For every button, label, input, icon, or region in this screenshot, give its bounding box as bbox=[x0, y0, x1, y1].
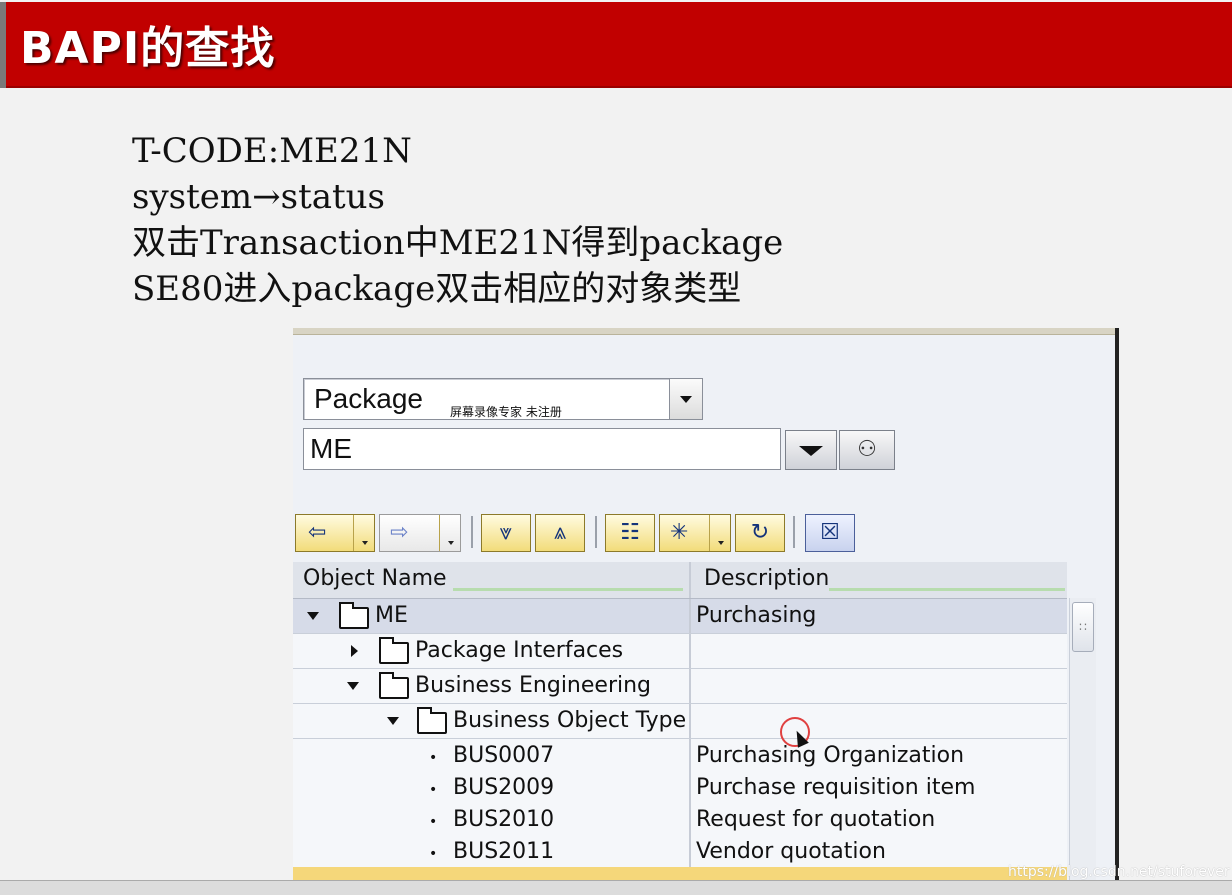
object-name-input[interactable]: ME bbox=[303, 428, 781, 470]
collapsed-arrow-icon[interactable] bbox=[351, 645, 358, 657]
folder-icon bbox=[379, 672, 409, 699]
refresh-icon: ↻ bbox=[750, 520, 770, 545]
tree-node-label: BUS2009 bbox=[453, 775, 555, 800]
display-object-icon: ✳ bbox=[670, 520, 689, 545]
history-dropdown-button[interactable] bbox=[785, 430, 837, 470]
glasses-icon: ⚇ bbox=[857, 437, 877, 462]
step-4: SE80进入package双击相应的对象类型 bbox=[132, 269, 742, 309]
tree-node-label: ME bbox=[375, 603, 408, 628]
hierarchy-button[interactable]: ☷ bbox=[605, 514, 655, 552]
tree-header: Object Name Description bbox=[293, 562, 1067, 599]
column-divider[interactable] bbox=[689, 562, 691, 598]
bullet-icon: • bbox=[429, 814, 438, 830]
step-3: 双击Transaction中ME21N得到package bbox=[132, 223, 784, 263]
column-divider bbox=[689, 771, 691, 805]
tree-node-description: Purchasing Organization bbox=[696, 743, 965, 768]
tree-node-label: Business Engineering bbox=[415, 673, 652, 698]
close-icon: ☒ bbox=[820, 520, 840, 545]
tree-node-label: Package Interfaces bbox=[415, 638, 624, 663]
expand-all-icon: ⩔ bbox=[499, 520, 513, 545]
sap-object-navigator: Package 屏幕录像专家 未注册 ME ⚇ ⇦ ⇨ ⩔ ⩓ ☷ ✳ ↻ ☒ … bbox=[293, 328, 1119, 884]
column-description[interactable]: Description bbox=[704, 566, 829, 591]
folder-icon bbox=[339, 602, 369, 629]
vertical-scrollbar[interactable]: ∷ bbox=[1069, 598, 1096, 884]
folder-icon bbox=[379, 637, 409, 664]
title-left-strip bbox=[0, 2, 6, 88]
column-header-accent bbox=[829, 588, 1065, 591]
toolbar-separator bbox=[793, 516, 795, 548]
object-tree: ME Purchasing Package Interfaces Busines… bbox=[293, 599, 1067, 884]
tree-node-description: Request for quotation bbox=[696, 807, 936, 832]
tree-node-bus0007[interactable]: • BUS0007 Purchasing Organization bbox=[293, 739, 1067, 773]
tree-node-description: Purchasing bbox=[696, 603, 817, 628]
forward-arrow-icon: ⇨ bbox=[390, 520, 409, 545]
column-divider bbox=[689, 599, 691, 633]
tree-node-business-engineering[interactable]: Business Engineering bbox=[293, 669, 1067, 704]
tree-node-label: Business Object Type bbox=[453, 708, 687, 733]
toolbar-separator bbox=[595, 516, 597, 548]
column-divider bbox=[689, 704, 691, 738]
bullet-icon: • bbox=[429, 750, 438, 766]
close-button[interactable]: ☒ bbox=[805, 514, 855, 552]
steps-list: T-CODE:ME21N system→status 双击Transaction… bbox=[132, 128, 783, 312]
expanded-arrow-icon[interactable] bbox=[387, 717, 399, 725]
tree-node-bus2011[interactable]: • BUS2011 Vendor quotation bbox=[293, 835, 1067, 869]
navigator-toolbar: ⇦ ⇨ ⩔ ⩓ ☷ ✳ ↻ ☒ bbox=[293, 514, 1115, 554]
tree-node-label: BUS2010 bbox=[453, 807, 555, 832]
column-divider bbox=[689, 739, 691, 773]
slide-title-bar: BAPI的查找 bbox=[0, 2, 1232, 88]
chevron-down-icon[interactable] bbox=[669, 379, 702, 419]
column-divider bbox=[689, 634, 691, 668]
back-arrow-icon: ⇦ bbox=[308, 520, 327, 545]
tree-node-label: BUS2011 bbox=[453, 839, 555, 864]
source-credit: https://blog.csdn.net/stuforever bbox=[1008, 864, 1230, 880]
column-object-name[interactable]: Object Name bbox=[303, 566, 447, 591]
recorder-watermark: 屏幕录像专家 未注册 bbox=[450, 405, 562, 419]
tree-node-description: Purchase requisition item bbox=[696, 775, 976, 800]
sap-window-edge bbox=[293, 328, 1115, 335]
expand-all-button[interactable]: ⩔ bbox=[481, 514, 531, 552]
object-name-value: ME bbox=[310, 433, 352, 464]
display-object-button[interactable]: ✳ bbox=[659, 514, 731, 552]
hierarchy-icon: ☷ bbox=[620, 520, 640, 545]
tree-node-description: Vendor quotation bbox=[696, 839, 886, 864]
bottom-window-strip bbox=[0, 880, 1232, 895]
display-glasses-button[interactable]: ⚇ bbox=[839, 430, 895, 470]
bullet-icon: • bbox=[429, 846, 438, 862]
tree-node-business-object-type[interactable]: Business Object Type bbox=[293, 704, 1067, 739]
refresh-button[interactable]: ↻ bbox=[735, 514, 785, 552]
back-menu-dropdown[interactable] bbox=[353, 515, 374, 551]
collapse-all-icon: ⩓ bbox=[553, 520, 567, 545]
column-divider bbox=[689, 669, 691, 703]
open-folder-icon bbox=[417, 707, 447, 734]
back-button[interactable]: ⇦ bbox=[295, 514, 375, 552]
collapse-all-button[interactable]: ⩓ bbox=[535, 514, 585, 552]
expanded-arrow-icon[interactable] bbox=[347, 682, 359, 690]
slide-title: BAPI的查找 bbox=[20, 23, 276, 74]
column-divider bbox=[689, 835, 691, 869]
scrollbar-thumb[interactable]: ∷ bbox=[1072, 602, 1094, 652]
tree-node-label: BUS0007 bbox=[453, 743, 555, 768]
object-type-value: Package bbox=[314, 383, 423, 414]
step-2: system→status bbox=[132, 177, 386, 217]
column-divider bbox=[689, 803, 691, 837]
tree-node-package-interfaces[interactable]: Package Interfaces bbox=[293, 634, 1067, 669]
tree-node-me[interactable]: ME Purchasing bbox=[293, 599, 1067, 634]
forward-button[interactable]: ⇨ bbox=[379, 514, 461, 552]
display-menu-dropdown[interactable] bbox=[709, 515, 730, 551]
column-header-accent bbox=[453, 588, 683, 591]
step-1: T-CODE:ME21N bbox=[132, 131, 412, 171]
tree-node-bus2009[interactable]: • BUS2009 Purchase requisition item bbox=[293, 771, 1067, 805]
tree-node-bus2010[interactable]: • BUS2010 Request for quotation bbox=[293, 803, 1067, 837]
bullet-icon: • bbox=[429, 782, 438, 798]
expanded-arrow-icon[interactable] bbox=[307, 612, 319, 620]
forward-menu-dropdown[interactable] bbox=[439, 515, 460, 551]
toolbar-separator bbox=[471, 516, 473, 548]
